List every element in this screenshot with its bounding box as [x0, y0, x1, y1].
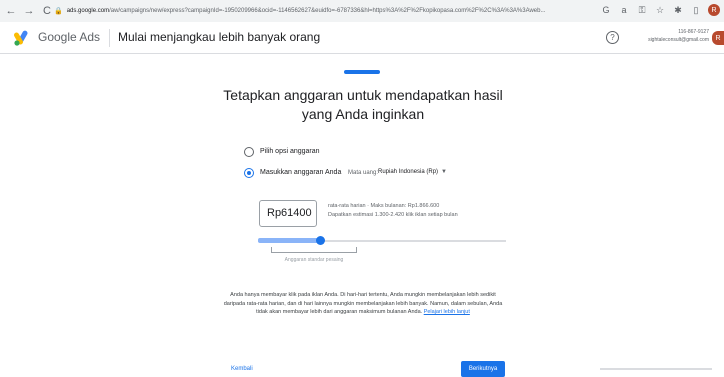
next-button[interactable]: Berikutnya — [461, 361, 505, 377]
budget-slider-thumb[interactable] — [316, 236, 325, 245]
chevron-down-icon: ▼ — [441, 169, 447, 175]
currency-value: Rupiah Indonesia (Rp) — [378, 169, 439, 175]
radio-label-enter-budget[interactable]: Masukkan anggaran Anda — [260, 169, 341, 176]
feedback-bar — [600, 368, 712, 370]
key-icon[interactable]: ⚿ — [636, 4, 648, 16]
budget-estimate: rata-rata harian · Maks bulanan: Rp1.866… — [328, 202, 458, 220]
header-divider — [109, 29, 110, 47]
forward-icon[interactable]: → — [22, 4, 36, 18]
address-bar[interactable]: 🔒 ads.google.com /aw/campaigns/new/expre… — [54, 4, 608, 18]
budget-amount-input[interactable]: Rp61400 — [259, 200, 317, 227]
account-info[interactable]: 116-867-9127 sightaleconsult@gmail.com — [629, 28, 709, 44]
currency-select[interactable]: Rupiah Indonesia (Rp) ▼ — [378, 169, 447, 175]
extensions-icon[interactable]: ✱ — [672, 4, 684, 16]
billing-info-text: Anda hanya membayar klik pada iklan Anda… — [222, 291, 504, 317]
learn-more-link[interactable]: Pelajari lebih lanjut — [424, 309, 470, 315]
google-ads-logo-icon — [14, 30, 28, 46]
budget-estimate-line-2: Dapatkan estimasi 1.300-2.420 klik iklan… — [328, 212, 458, 218]
brand-name: Google Ads — [38, 30, 101, 44]
google-icon[interactable]: G — [600, 4, 612, 16]
browser-toolbar: ← → C 🔒 ads.google.com /aw/campaigns/new… — [0, 0, 724, 22]
account-email: sightaleconsult@gmail.com — [648, 37, 709, 43]
url-host: ads.google.com — [66, 8, 110, 14]
budget-amount-value: Rp61400 — [267, 207, 312, 219]
page-title: Mulai menjangkau lebih banyak orang — [118, 30, 321, 44]
budget-estimate-line-1: rata-rata harian · Maks bulanan: Rp1.866… — [328, 203, 440, 209]
app-header: Google Ads Mulai menjangkau lebih banyak… — [0, 22, 724, 54]
heading-line-2: yang Anda inginkan — [301, 106, 425, 122]
translate-icon[interactable]: a — [618, 4, 630, 16]
section-heading: Tetapkan anggaran untuk mendapatkan hasi… — [218, 86, 508, 124]
currency-label: Mata uang: — [348, 170, 379, 176]
browser-icons: G a ⚿ ☆ ✱ ▯ R — [600, 4, 720, 16]
back-button[interactable]: Kembali — [231, 366, 253, 372]
budget-slider-fill — [258, 238, 320, 243]
step-progress-bar — [344, 70, 380, 74]
url-path: /aw/campaigns/new/express?campaignId=-19… — [109, 8, 546, 14]
avatar[interactable]: R — [712, 31, 724, 45]
radio-label-choose-budget-option[interactable]: Pilih opsi anggaran — [260, 148, 320, 155]
radio-enter-budget[interactable] — [244, 168, 254, 178]
sidebar-icon[interactable]: ▯ — [690, 4, 702, 16]
lock-icon: 🔒 — [54, 8, 63, 15]
radio-choose-budget-option[interactable] — [244, 147, 254, 157]
star-icon[interactable]: ☆ — [654, 4, 666, 16]
heading-line-1: Tetapkan anggaran untuk mendapatkan hasi… — [223, 87, 503, 103]
back-icon[interactable]: ← — [4, 4, 18, 18]
competitor-range-bracket — [271, 247, 357, 253]
help-icon[interactable]: ? — [606, 31, 619, 44]
account-id: 116-867-9127 — [678, 29, 709, 35]
reload-icon[interactable]: C — [40, 4, 54, 18]
slider-caption: Anggaran standar pesaing — [284, 257, 344, 263]
profile-icon[interactable]: R — [708, 4, 720, 16]
